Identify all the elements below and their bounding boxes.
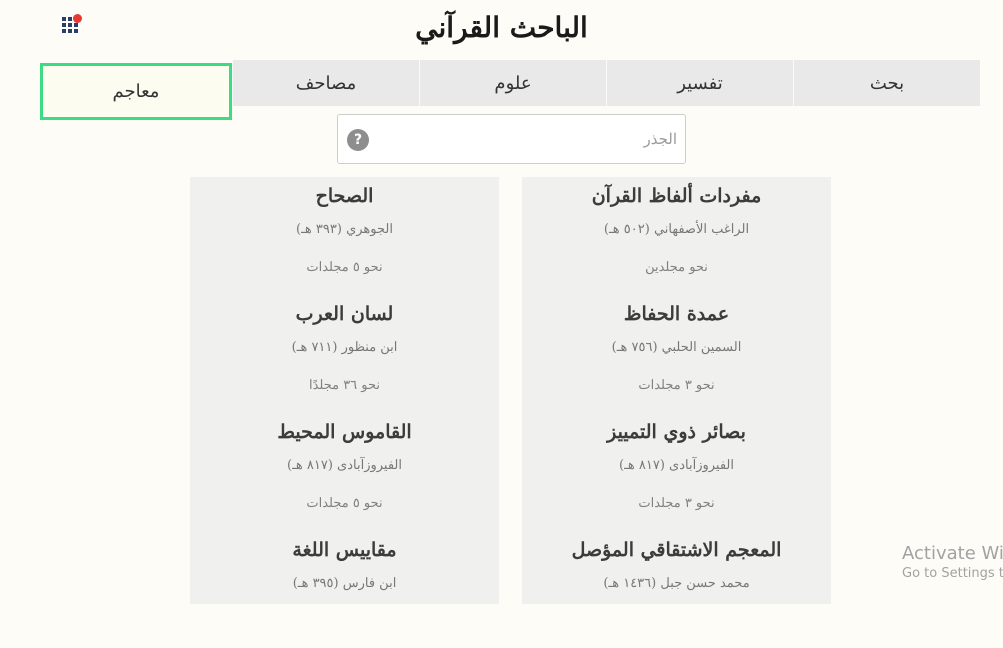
dictionary-card[interactable]: بصائر ذوي التمييز الفيروزآبادى (٨١٧ هـ) … [522,413,831,530]
tab-sciences[interactable]: علوم [419,60,606,106]
help-icon[interactable]: ? [347,129,369,151]
dictionaries-left-column: الصحاح الجوهري (٣٩٣ هـ) نحو ٥ مجلدات لسا… [190,177,499,604]
dictionary-author: الفيروزآبادى (٨١٧ هـ) [287,458,402,473]
dictionary-name: مفردات ألفاظ القرآن [591,185,762,207]
dictionary-card[interactable]: الصحاح الجوهري (٣٩٣ هـ) نحو ٥ مجلدات [190,177,499,294]
tab-dictionaries[interactable]: معاجم [40,63,232,120]
dictionary-author: الفيروزآبادى (٨١٧ هـ) [619,458,734,473]
dictionary-author: السمين الحلبي (٧٥٦ هـ) [611,340,742,355]
dictionary-card[interactable]: مفردات ألفاظ القرآن الراغب الأصفهاني (٥٠… [522,177,831,294]
dictionary-author: محمد حسن جبل (١٤٣٦ هـ) [603,576,750,591]
dictionary-name: مقاييس اللغة [292,539,397,561]
activation-subtitle: Go to Settings t [902,566,1003,581]
dictionary-name: لسان العرب [295,303,394,325]
dictionary-author: ابن منظور (٧١١ هـ) [291,340,398,355]
site-title[interactable]: الباحث القرآني [0,6,1003,50]
dictionary-name: المعجم الاشتقاقي المؤصل [571,539,782,561]
dictionary-volumes: نحو ٣٦ مجلدًا [308,378,381,393]
dictionary-volumes: نحو ٥ مجلدات [306,496,383,511]
dictionary-name: القاموس المحيط [277,421,412,443]
dictionary-name: الصحاح [315,185,374,207]
dictionary-card[interactable]: لسان العرب ابن منظور (٧١١ هـ) نحو ٣٦ مجل… [190,295,499,412]
root-search-input[interactable] [378,115,677,163]
tab-mushafs[interactable]: مصاحف [232,60,419,106]
tab-tafsir[interactable]: تفسير [606,60,793,106]
dictionary-card[interactable]: عمدة الحفاظ السمين الحلبي (٧٥٦ هـ) نحو ٣… [522,295,831,412]
activation-title: Activate Wi [902,543,1003,564]
dictionary-name: عمدة الحفاظ [623,303,730,325]
root-search-box: ? [337,114,686,164]
main-tabs: بحث تفسير علوم مصاحف معاجم [40,60,980,120]
dictionary-card[interactable]: المعجم الاشتقاقي المؤصل محمد حسن جبل (١٤… [522,531,831,648]
tab-search[interactable]: بحث [793,60,980,106]
dictionary-author: الجوهري (٣٩٣ هـ) [296,222,393,237]
dictionary-volumes: نحو ٥ مجلدات [306,260,383,275]
windows-activation-watermark: Activate Wi Go to Settings t [902,543,1003,583]
dictionary-card[interactable]: مقاييس اللغة ابن فارس (٣٩٥ هـ) [190,531,499,648]
dictionary-name: بصائر ذوي التمييز [607,421,746,443]
dictionary-volumes: نحو ٣ مجلدات [638,496,715,511]
dictionary-author: ابن فارس (٣٩٥ هـ) [292,576,397,591]
dictionary-card[interactable]: القاموس المحيط الفيروزآبادى (٨١٧ هـ) نحو… [190,413,499,530]
dictionary-volumes: نحو ٣ مجلدات [638,378,715,393]
dictionary-author: الراغب الأصفهاني (٥٠٢ هـ) [603,222,750,237]
dictionaries-right-column: مفردات ألفاظ القرآن الراغب الأصفهاني (٥٠… [522,177,831,604]
dictionary-volumes: نحو مجلدين [645,260,708,275]
